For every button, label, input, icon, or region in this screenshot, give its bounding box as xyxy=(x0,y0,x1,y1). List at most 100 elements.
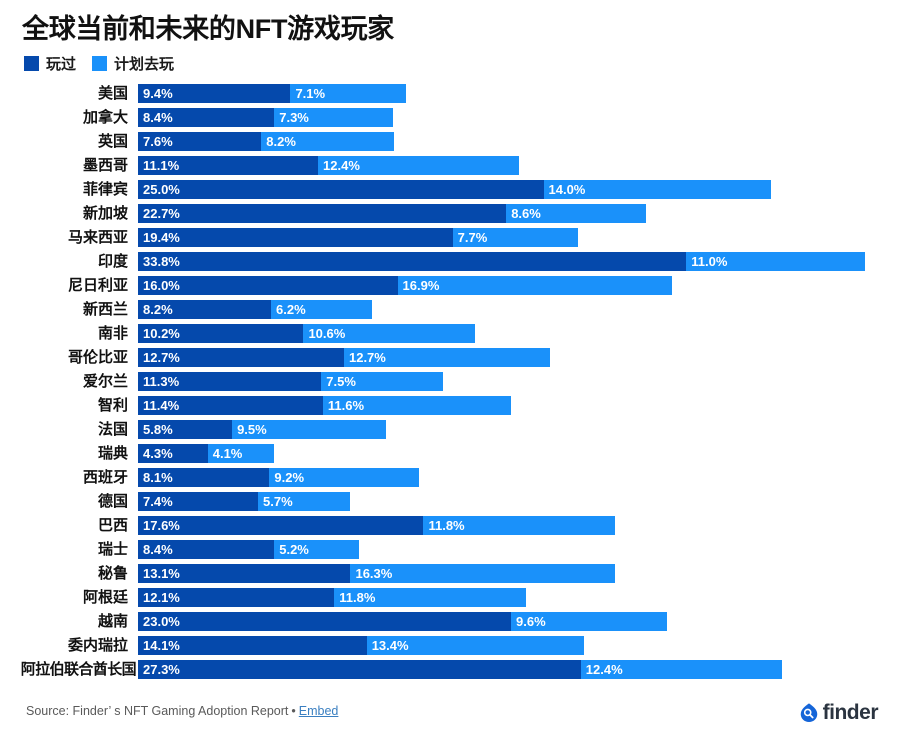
bar-segment-played[interactable]: 19.4% xyxy=(138,228,453,247)
bar-segment-played[interactable]: 11.3% xyxy=(138,372,322,391)
nft-gamers-chart: 全球当前和未来的NFT游戏玩家 玩过 计划去玩 美国 9.4% 7.1% 加拿大 8.4… xyxy=(0,0,900,733)
bar-segment-played[interactable]: 12.7% xyxy=(138,348,344,367)
bar-segment-plan-to-play[interactable]: 11.0% xyxy=(686,252,865,271)
bar-segment-played[interactable]: 33.8% xyxy=(138,252,687,271)
legend-label-plan-to-play: 计划去玩 xyxy=(114,56,175,73)
bar-segment-played[interactable]: 12.1% xyxy=(138,588,335,607)
stacked-bar[interactable]: 7.4% 5.7% xyxy=(138,492,351,511)
chart-row: 新加坡 22.7% 8.6% xyxy=(0,204,900,228)
stacked-bar[interactable]: 23.0% 9.6% xyxy=(138,612,667,631)
stacked-bar[interactable]: 11.1% 12.4% xyxy=(138,156,520,175)
bar-segment-plan-to-play[interactable]: 16.3% xyxy=(350,564,615,583)
stacked-bar[interactable]: 7.6% 8.2% xyxy=(138,132,395,151)
category-label: 美国 xyxy=(97,85,128,102)
stacked-bar[interactable]: 27.3% 12.4% xyxy=(138,660,782,679)
bar-segment-played[interactable]: 11.4% xyxy=(138,396,323,415)
stacked-bar[interactable]: 14.1% 13.4% xyxy=(138,636,585,655)
bar-segment-played[interactable]: 23.0% xyxy=(138,612,512,631)
bar-segment-played[interactable]: 9.4% xyxy=(138,84,291,103)
stacked-bar[interactable]: 13.1% 16.3% xyxy=(138,564,615,583)
stacked-bar[interactable]: 33.8% 11.0% xyxy=(138,252,865,271)
bar-segment-plan-to-play[interactable]: 12.7% xyxy=(343,348,550,367)
category-label: 南非 xyxy=(97,325,128,342)
stacked-bar[interactable]: 11.4% 11.6% xyxy=(138,396,512,415)
stacked-bar[interactable]: 8.1% 9.2% xyxy=(138,468,419,487)
source-note: Source: Finder’ s NFT Gaming Adoption Re… xyxy=(26,704,338,718)
bar-segment-plan-to-play[interactable]: 14.0% xyxy=(543,180,771,199)
bar-value-label: 11.4% xyxy=(143,398,180,413)
legend-item-played[interactable]: 玩过 xyxy=(24,53,76,74)
bar-segment-played[interactable]: 8.2% xyxy=(138,300,271,319)
stacked-bar[interactable]: 12.1% 11.8% xyxy=(138,588,526,607)
stacked-bar[interactable]: 12.7% 12.7% xyxy=(138,348,550,367)
bar-segment-plan-to-play[interactable]: 12.4% xyxy=(580,660,782,679)
bar-segment-played[interactable]: 27.3% xyxy=(138,660,581,679)
stacked-bar[interactable]: 11.3% 7.5% xyxy=(138,372,443,391)
bar-segment-plan-to-play[interactable]: 7.7% xyxy=(452,228,578,247)
bar-segment-plan-to-play[interactable]: 7.5% xyxy=(321,372,443,391)
stacked-bar[interactable]: 5.8% 9.5% xyxy=(138,420,387,439)
bar-segment-plan-to-play[interactable]: 7.3% xyxy=(274,108,393,127)
bar-value-label: 7.7% xyxy=(457,230,488,245)
bar-segment-plan-to-play[interactable]: 12.4% xyxy=(318,156,520,175)
stacked-bar[interactable]: 8.2% 6.2% xyxy=(138,300,372,319)
chart-footer: Source: Finder’ s NFT Gaming Adoption Re… xyxy=(0,700,900,733)
stacked-bar[interactable]: 9.4% 7.1% xyxy=(138,84,406,103)
stacked-bar[interactable]: 8.4% 7.3% xyxy=(138,108,393,127)
chart-row: 瑞士 8.4% 5.2% xyxy=(0,540,900,564)
bar-segment-plan-to-play[interactable]: 7.1% xyxy=(290,84,406,103)
bar-segment-played[interactable]: 25.0% xyxy=(138,180,544,199)
bar-segment-played[interactable]: 14.1% xyxy=(138,636,367,655)
bar-segment-played[interactable]: 8.4% xyxy=(138,540,275,559)
stacked-bar[interactable]: 19.4% 7.7% xyxy=(138,228,578,247)
bar-segment-plan-to-play[interactable]: 9.2% xyxy=(269,468,419,487)
stacked-bar[interactable]: 25.0% 14.0% xyxy=(138,180,771,199)
bar-segment-plan-to-play[interactable]: 8.2% xyxy=(261,132,395,151)
bar-segment-plan-to-play[interactable]: 11.8% xyxy=(334,588,526,607)
bar-segment-played[interactable]: 4.3% xyxy=(138,444,208,463)
bar-segment-played[interactable]: 8.4% xyxy=(138,108,275,127)
bar-segment-plan-to-play[interactable]: 5.2% xyxy=(274,540,359,559)
bar-segment-plan-to-play[interactable]: 6.2% xyxy=(271,300,372,319)
stacked-bar[interactable]: 10.2% 10.6% xyxy=(138,324,476,343)
stacked-bar[interactable]: 22.7% 8.6% xyxy=(138,204,646,223)
bar-segment-plan-to-play[interactable]: 16.9% xyxy=(397,276,672,295)
legend-item-plan-to-play[interactable]: 计划去玩 xyxy=(92,53,174,74)
stacked-bar[interactable]: 4.3% 4.1% xyxy=(138,444,275,463)
legend-swatch-played xyxy=(24,56,39,71)
chart-row: 尼日利亚 16.0% 16.9% xyxy=(0,276,900,300)
bar-segment-played[interactable]: 5.8% xyxy=(138,420,233,439)
stacked-bar[interactable]: 17.6% 11.8% xyxy=(138,516,615,535)
bar-value-label: 7.4% xyxy=(143,494,173,509)
bar-segment-plan-to-play[interactable]: 9.6% xyxy=(511,612,667,631)
bar-value-label: 16.9% xyxy=(402,278,440,293)
category-label: 巴西 xyxy=(97,517,128,534)
bar-segment-plan-to-play[interactable]: 10.6% xyxy=(303,324,476,343)
chart-row: 南非 10.2% 10.6% xyxy=(0,324,900,348)
bar-segment-played[interactable]: 16.0% xyxy=(138,276,398,295)
bar-segment-played[interactable]: 7.4% xyxy=(138,492,259,511)
bar-segment-played[interactable]: 7.6% xyxy=(138,132,262,151)
bar-segment-plan-to-play[interactable]: 13.4% xyxy=(366,636,585,655)
category-label: 墨西哥 xyxy=(82,157,128,174)
bar-segment-plan-to-play[interactable]: 4.1% xyxy=(207,444,275,463)
embed-link[interactable]: Embed xyxy=(299,704,339,718)
category-label: 爱尔兰 xyxy=(82,373,128,390)
bar-segment-played[interactable]: 8.1% xyxy=(138,468,270,487)
bar-segment-plan-to-play[interactable]: 11.6% xyxy=(322,396,512,415)
bar-segment-plan-to-play[interactable]: 9.5% xyxy=(232,420,387,439)
stacked-bar[interactable]: 16.0% 16.9% xyxy=(138,276,672,295)
bar-segment-played[interactable]: 10.2% xyxy=(138,324,304,343)
bar-segment-plan-to-play[interactable]: 5.7% xyxy=(258,492,351,511)
bar-segment-played[interactable]: 22.7% xyxy=(138,204,507,223)
finder-logo[interactable]: finder xyxy=(798,702,879,724)
bar-value-label: 6.2% xyxy=(276,302,306,317)
bar-segment-played[interactable]: 17.6% xyxy=(138,516,424,535)
chart-row: 西班牙 8.1% 9.2% xyxy=(0,468,900,492)
stacked-bar[interactable]: 8.4% 5.2% xyxy=(138,540,359,559)
bar-segment-plan-to-play[interactable]: 8.6% xyxy=(506,204,646,223)
bar-segment-played[interactable]: 13.1% xyxy=(138,564,351,583)
bar-segment-plan-to-play[interactable]: 11.8% xyxy=(423,516,615,535)
chart-row: 越南 23.0% 9.6% xyxy=(0,612,900,636)
bar-segment-played[interactable]: 11.1% xyxy=(138,156,319,175)
